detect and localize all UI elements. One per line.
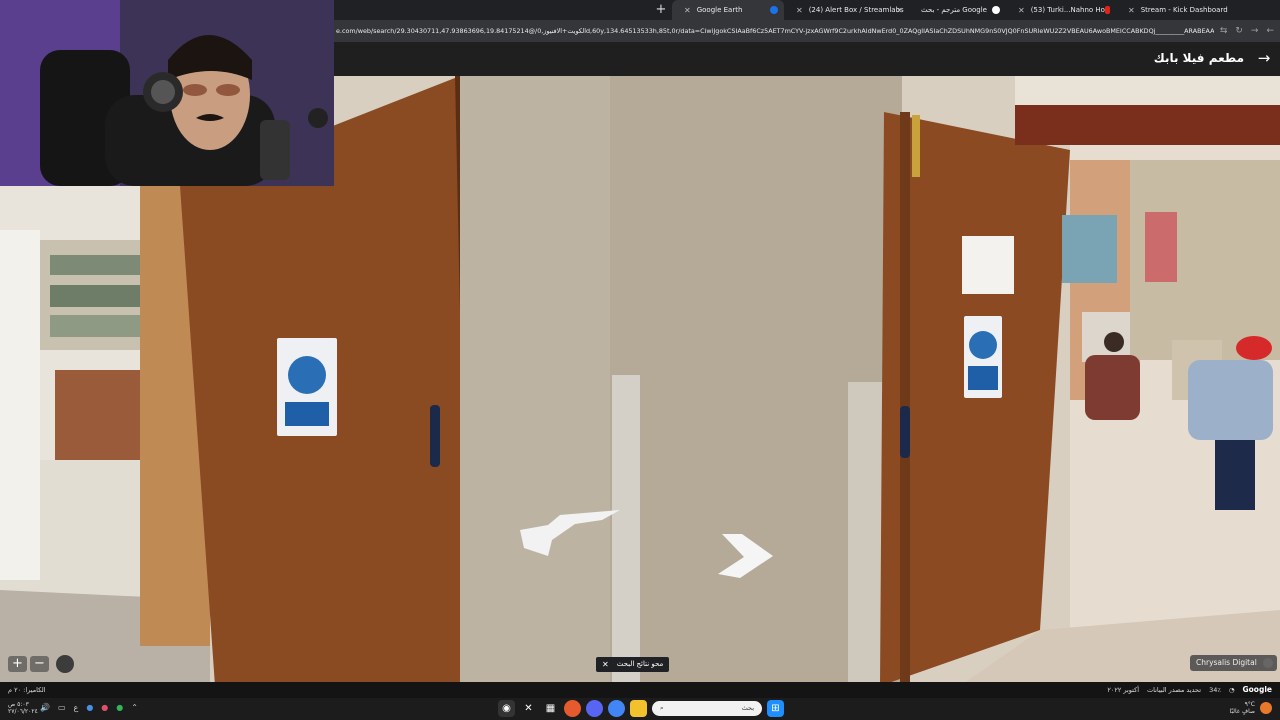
chevron-icon xyxy=(1262,658,1273,668)
browser-tab-strip: + ✕ Google Earth ✕ (24) Alert Box / Stre… xyxy=(334,0,1280,20)
tab-kick-dashboard[interactable]: ✕ Stream - Kick Dashboard xyxy=(1116,0,1228,20)
chevron-up-icon[interactable]: ⌃ xyxy=(131,703,138,712)
network-icon[interactable]: ▭ xyxy=(58,703,66,712)
mic-icon[interactable]: ● xyxy=(86,703,93,712)
app-icon-chrome[interactable] xyxy=(608,700,625,717)
weather-temp: ٩°C xyxy=(1244,701,1255,708)
close-icon[interactable]: ✕ xyxy=(602,657,609,672)
tab-youtube[interactable]: ✕ (53) Turki...Nahno Hona | نحن هنا xyxy=(1006,0,1116,20)
clock-date: ٢٧/٠٦/٢٠٢٤ xyxy=(8,708,38,715)
volume-icon[interactable]: 🔊 xyxy=(40,703,50,712)
data-attribution-link[interactable]: تحديد مصدر البيانات xyxy=(1147,686,1201,694)
windows-taskbar: ٥:٠٣ ص ٢٧/٠٦/٢٠٢٤ 🔊 ▭ ع ● ● ● ⌃ ◉ ✕ ▦ بح… xyxy=(0,698,1280,720)
clock-time: ٥:٠٣ ص xyxy=(8,701,29,708)
app-icon-taskview[interactable]: ▦ xyxy=(542,700,559,717)
weather-widget[interactable]: ٩°C صافٍ غالبًا xyxy=(1230,701,1272,715)
close-icon[interactable]: ✕ xyxy=(1128,6,1135,15)
zoom-percent: 34٪ xyxy=(1209,685,1221,694)
back-icon[interactable]: ← xyxy=(1266,26,1274,36)
forward-icon[interactable]: → xyxy=(1251,26,1259,36)
camera-altitude: الكاميرا: ٢٠ م xyxy=(8,686,46,694)
date-label: أكتوبر ٢٠٢٢ xyxy=(1107,685,1140,694)
taskbar-clock[interactable]: ٥:٠٣ ص ٢٧/٠٦/٢٠٢٤ xyxy=(8,701,38,715)
tab-google-earth[interactable]: ✕ Google Earth xyxy=(672,0,784,20)
clear-search-chip[interactable]: محو نتائج البحث ✕ xyxy=(596,657,670,672)
zoom-controls: + − xyxy=(8,655,74,673)
system-tray: 🔊 ▭ ع ● ● ● ⌃ xyxy=(40,703,138,712)
place-title: مطعم فيلا بابك xyxy=(1153,51,1244,65)
zoom-in-button[interactable]: + xyxy=(8,656,27,672)
input-language-icon[interactable]: ع xyxy=(74,703,79,712)
app-icon-recorder[interactable]: ◉ xyxy=(498,700,515,717)
tab-streamlabs[interactable]: ✕ (24) Alert Box / Streamlabs xyxy=(784,0,904,20)
close-icon[interactable]: ✕ xyxy=(796,6,803,15)
search-icon: ⌕ xyxy=(660,704,664,712)
close-icon[interactable]: ✕ xyxy=(684,6,691,15)
webcam-overlay xyxy=(0,0,334,186)
loading-icon: ◔ xyxy=(1228,685,1235,694)
tab-translator-search[interactable]: ✕ مترجم - بحث Google xyxy=(884,0,1006,20)
app-icon-firefox[interactable] xyxy=(564,700,581,717)
taskbar-search[interactable]: بحث ⌕ xyxy=(652,701,762,716)
weather-icon xyxy=(1260,702,1272,714)
google-earth-favicon-icon xyxy=(770,6,778,14)
reload-icon[interactable]: ↻ xyxy=(1235,26,1243,36)
app-tray-icon[interactable]: ● xyxy=(101,703,108,712)
tab-title: Stream - Kick Dashboard xyxy=(1140,6,1228,14)
back-arrow-icon[interactable]: → xyxy=(1256,50,1272,66)
taskbar-apps: ◉ ✕ ▦ بحث ⌕ ⊞ xyxy=(498,700,784,717)
imagery-attribution[interactable]: Chrysalis Digital xyxy=(1190,655,1277,671)
clear-search-label: محو نتائج البحث xyxy=(616,660,664,668)
pegman-icon[interactable] xyxy=(56,655,74,673)
app-icon-discord[interactable] xyxy=(586,700,603,717)
close-icon[interactable]: ✕ xyxy=(1018,6,1025,15)
tab-title: مترجم - بحث Google xyxy=(921,6,987,14)
status-bar: الكاميرا: ٢٠ م أكتوبر ٢٠٢٢ تحديد مصدر ال… xyxy=(0,682,1280,698)
new-tab-button[interactable]: + xyxy=(650,0,672,20)
attribution-label: Chrysalis Digital xyxy=(1196,658,1257,667)
translate-icon[interactable]: ⇆ xyxy=(1220,26,1228,36)
app-icon-file-explorer[interactable] xyxy=(630,700,647,717)
close-icon[interactable]: ✕ xyxy=(896,6,903,15)
google-logo: Google xyxy=(1242,685,1273,694)
app-icon-x[interactable]: ✕ xyxy=(520,700,537,717)
google-favicon-icon xyxy=(992,6,1000,14)
youtube-favicon-icon xyxy=(1104,6,1110,14)
app-tray-icon-2[interactable]: ● xyxy=(116,703,123,712)
place-header: → مطعم فيلا بابك xyxy=(334,42,1280,76)
url-text[interactable]: e.com/web/search/29.30430711,47.93863696… xyxy=(334,27,1214,35)
tab-title: (53) Turki...Nahno Hona | نحن هنا xyxy=(1030,6,1105,14)
tab-title: Google Earth xyxy=(696,6,743,14)
windows-start-icon[interactable]: ⊞ xyxy=(767,700,784,717)
zoom-out-button[interactable]: − xyxy=(30,656,49,672)
search-placeholder: بحث xyxy=(741,704,754,712)
webcam-illustration xyxy=(0,0,334,186)
weather-desc: صافٍ غالبًا xyxy=(1229,708,1255,715)
address-bar[interactable]: e.com/web/search/29.30430711,47.93863696… xyxy=(334,20,1280,42)
